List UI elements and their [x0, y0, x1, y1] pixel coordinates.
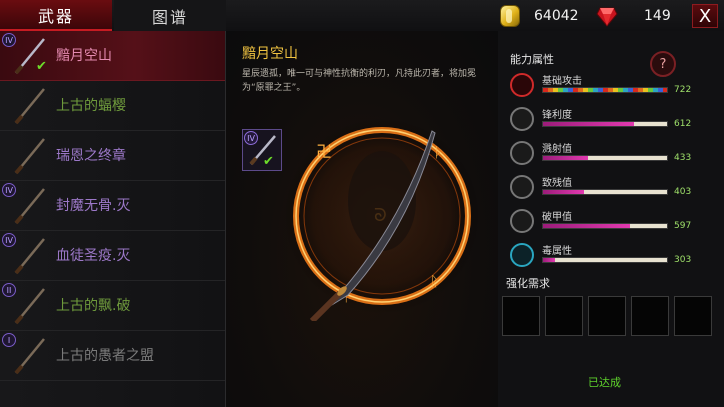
- stat-bar-fill: [543, 190, 584, 194]
- weapon-list-item[interactable]: 上古的蝠樱: [0, 81, 225, 131]
- katana-hilt: [309, 290, 343, 321]
- enhance-slot[interactable]: [674, 296, 712, 336]
- stat-row: 锋利度 612: [498, 107, 724, 139]
- stat-bar: [542, 223, 668, 229]
- tier-badge: IV: [244, 131, 258, 145]
- tier-badge: II: [2, 283, 16, 297]
- enhance-slot[interactable]: [631, 296, 669, 336]
- stat-row: 破甲值 597: [498, 209, 724, 241]
- weapon-title: 黯月空山: [242, 46, 298, 62]
- stat-bar-fill: [543, 258, 556, 262]
- splash-icon: [510, 141, 534, 165]
- stat-value: 303: [674, 255, 692, 265]
- stat-bar: [542, 87, 668, 93]
- tier-badge: I: [2, 333, 16, 347]
- enhance-status: 已达成: [588, 376, 621, 389]
- rune-glyph: 卍: [316, 142, 332, 161]
- stat-name: 锋利度: [542, 110, 572, 121]
- stat-name: 毒属性: [542, 246, 572, 257]
- stat-value: 722: [674, 85, 692, 95]
- weapon-list-item[interactable]: 瑞恩之终章: [0, 131, 225, 181]
- weapon-icon: [8, 85, 50, 127]
- armor-break-icon: [510, 209, 534, 233]
- enhance-slot[interactable]: [502, 296, 540, 336]
- stat-name: 破甲值: [542, 212, 572, 223]
- stat-name: 溅射值: [542, 144, 572, 155]
- weapon-list-item[interactable]: IV ✔ 黯月空山: [0, 31, 225, 81]
- tier-badge: IV: [2, 33, 16, 47]
- poison-skull-icon: [510, 243, 534, 267]
- weapon-list: IV ✔ 黯月空山上古的蝠樱瑞恩之终章 IV 封魔无骨.灭 IV 血徒圣疫.灭 II 上古的飘.…: [0, 31, 226, 407]
- tab-weapons[interactable]: 武器: [0, 0, 112, 31]
- gold-amount: 64042: [534, 8, 579, 24]
- stat-row: 基础攻击 722: [498, 73, 724, 105]
- weapon-name: 血徒圣疫.灭: [56, 248, 131, 264]
- stat-name: 致残值: [542, 178, 572, 189]
- weapon-icon: [8, 135, 50, 177]
- stat-value: 403: [674, 187, 692, 197]
- attributes-title: 能力属性: [510, 53, 554, 66]
- weapon-thumbnail[interactable]: IV ✔: [242, 129, 282, 171]
- weapon-name: 上古的愚者之盟: [56, 348, 154, 364]
- stat-row: 毒属性 303: [498, 243, 724, 275]
- weapon-detail-panel: 黯月空山 星辰遗孤，唯一可与神性抗衡的利刃，凡持此刃者，将加冕为“原罪之王”。 …: [226, 31, 498, 407]
- close-button[interactable]: X: [692, 4, 718, 28]
- stat-bar-fill: [543, 156, 588, 160]
- tier-badge: IV: [2, 183, 16, 197]
- stat-bar: [542, 155, 668, 161]
- gem-currency: 149: [596, 5, 671, 27]
- equipped-check-icon: ✔: [263, 154, 274, 169]
- rune-glyph: ᚱ: [430, 274, 438, 290]
- weapon-list-item[interactable]: IV 血徒圣疫.灭: [0, 231, 225, 281]
- tab-atlas[interactable]: 图谱: [114, 0, 226, 31]
- stat-bar-fill: [543, 88, 667, 92]
- ruby-gem-icon: [596, 7, 618, 27]
- equipped-check-icon: ✔: [36, 59, 47, 74]
- stat-bar-fill: [543, 224, 630, 228]
- tier-badge: IV: [2, 233, 16, 247]
- weapon-name: 封魔无骨.灭: [56, 198, 131, 214]
- cripple-icon: [510, 175, 534, 199]
- weapon-name: 上古的飘.破: [56, 298, 131, 314]
- enhance-title: 强化需求: [506, 277, 550, 290]
- rune-glyph: ᚦ: [434, 145, 442, 161]
- stat-value: 433: [674, 153, 692, 163]
- attributes-panel: 能力属性 ? 基础攻击 722 锋利度 612 溅射值 433 致残值 403 破甲值 597 毒属…: [498, 31, 724, 407]
- stat-value: 597: [674, 221, 692, 231]
- weapon-name: 黯月空山: [56, 48, 112, 64]
- attack-icon: [510, 73, 534, 97]
- stat-row: 致残值 403: [498, 175, 724, 207]
- weapon-list-item[interactable]: II 上古的飘.破: [0, 281, 225, 331]
- stat-bar-fill: [543, 122, 634, 126]
- weapon-list-item[interactable]: I 上古的愚者之盟: [0, 331, 225, 381]
- weapon-list-item[interactable]: IV 封魔无骨.灭: [0, 181, 225, 231]
- weapon-name: 瑞恩之终章: [56, 148, 126, 164]
- stat-bar: [542, 189, 668, 195]
- weapon-description: 星辰遗孤，唯一可与神性抗衡的利刃，凡持此刃者，将加冕为“原罪之王”。: [242, 69, 477, 93]
- stat-bar: [542, 257, 668, 263]
- stat-row: 溅射值 433: [498, 141, 724, 173]
- stat-bar: [542, 121, 668, 127]
- gem-amount: 149: [644, 8, 671, 24]
- enhance-slot[interactable]: [588, 296, 626, 336]
- stat-value: 612: [674, 119, 692, 129]
- gold-currency: 64042: [500, 5, 579, 27]
- top-bar: 武器 图谱 64042 149 X: [0, 0, 724, 32]
- weapon-showcase: 卍 ᚦ ᘐ ᛉ ᚱ: [284, 118, 480, 321]
- weapon-name: 上古的蝠樱: [56, 98, 126, 114]
- enhance-slot[interactable]: [545, 296, 583, 336]
- sharpness-icon: [510, 107, 534, 131]
- stat-name: 基础攻击: [542, 76, 582, 87]
- enhance-slots: [502, 296, 720, 336]
- gold-coin-icon: [500, 5, 520, 27]
